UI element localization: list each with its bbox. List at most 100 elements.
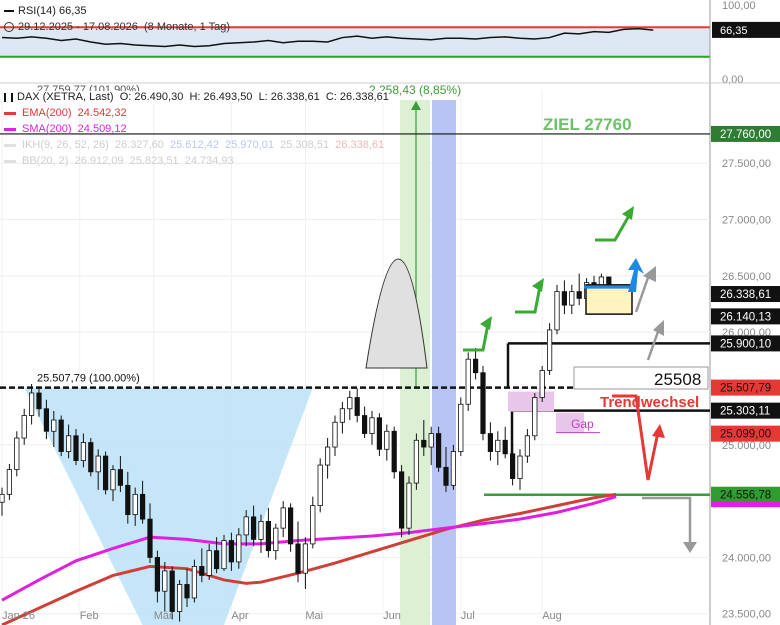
candle-body (347, 397, 353, 410)
candle-body (236, 534, 242, 563)
highlight-band (432, 100, 456, 625)
candle-body (176, 584, 183, 612)
bb-name: BB(20, 2) (22, 155, 69, 167)
candle-body (458, 403, 464, 452)
candle-body (147, 518, 153, 558)
candle-body (302, 543, 309, 574)
y-tick-label: 24.000,00 (722, 552, 771, 564)
date-range-header: 29.12.2025 - 17.08.2026 (8 Monate, 1 Tag… (4, 21, 230, 33)
ikh-value-5: 26.338,61 (335, 139, 385, 151)
candle-body (28, 392, 35, 416)
x-tick-label: Feb (80, 610, 99, 622)
ikh-value-1: 26.327,60 (114, 139, 164, 151)
rsi-header: RSI(14) 66,35 (4, 5, 87, 17)
candle-body (169, 570, 175, 612)
candle-body (103, 455, 109, 491)
sma-swatch (4, 127, 16, 131)
candle-body (51, 419, 57, 432)
candle-body (524, 435, 531, 457)
x-tick-label: Jul (461, 610, 475, 622)
candle-body (472, 358, 479, 374)
bb-value-2: 25.823,51 (129, 155, 179, 167)
candle-body (532, 397, 538, 437)
red-arrowhead (652, 424, 665, 438)
candle-body (509, 453, 516, 479)
y-tick-label: 27.000,00 (722, 215, 771, 227)
candle-body (14, 437, 20, 470)
price-tag-label: 27.760,00 (720, 129, 771, 141)
candle-body (376, 417, 383, 450)
legend-sma: SMA(200) 24.509,12 (4, 123, 127, 135)
consolidation-box (585, 284, 633, 315)
candle-body (287, 507, 294, 545)
value-box-label: 25508 (654, 370, 701, 389)
candle-body (110, 469, 116, 491)
candle-body (435, 433, 442, 468)
candle-body (250, 516, 257, 540)
rsi-indicator-label: RSI(14) (18, 5, 56, 17)
bb-value-3: 24.734,93 (184, 155, 234, 167)
y-tick-label: 27.500,00 (722, 158, 771, 170)
candle-body (58, 419, 64, 452)
candle-body (450, 451, 457, 486)
ema-name: EMA(200) (22, 107, 72, 119)
green-step-arrow (515, 285, 542, 314)
grey-arrowhead-down (683, 542, 697, 553)
green-step-arrow (463, 323, 490, 352)
candle-body (117, 469, 123, 486)
candle-body (139, 493, 146, 520)
high-label: H: 26.493,50 (189, 91, 253, 103)
candle-body (265, 520, 272, 552)
candle-body (317, 464, 323, 507)
candle-body (258, 520, 264, 540)
candle-body (243, 516, 249, 536)
candle-body (221, 540, 227, 570)
legend-ema: EMA(200) 24.542,32 (4, 107, 127, 119)
candle-body (95, 455, 101, 473)
sma-name: SMA(200) (22, 123, 72, 135)
ema-value: 24.542,32 (77, 107, 127, 119)
candle-icon (4, 92, 13, 102)
candle-body (480, 372, 486, 434)
rsi-value: 66,35 (58, 5, 87, 17)
candle-body (66, 435, 72, 452)
open-label: O: 26.490,30 (119, 91, 184, 103)
period-label: (8 Monate, 1 Tag) (144, 21, 231, 33)
candle-body (154, 557, 160, 592)
candle-body (162, 570, 168, 592)
gap-label: Gap (571, 417, 594, 431)
candle-body (576, 291, 582, 299)
candle-body (561, 291, 568, 306)
close-label: C: 26.338,61 (325, 91, 389, 103)
x-tick-label: Aug (542, 610, 562, 622)
candle-body (406, 482, 412, 529)
candle-body (569, 291, 575, 306)
candle-body (295, 543, 301, 574)
instrument-label: DAX (XETRA, Last) (17, 91, 114, 103)
price-tag-label: 26.140,13 (720, 311, 771, 323)
x-tick-label: Mär (154, 610, 173, 622)
sma-tag-stripe (711, 501, 780, 508)
ikh-name: IKH(9, 26, 52, 26) (22, 139, 109, 151)
green-step-arrow (595, 213, 632, 242)
ikh-value-4: 25.308,51 (280, 139, 330, 151)
candle-body (6, 469, 12, 495)
candle-body (21, 415, 27, 439)
candle-body (273, 527, 279, 552)
price-tag-label: 26.338,61 (720, 289, 771, 301)
candle-body (465, 358, 471, 405)
candle-body (184, 584, 190, 599)
candle-body (539, 370, 545, 398)
low-label: L: 26.338,61 (258, 91, 320, 103)
candle-body (80, 442, 86, 461)
candle-body (0, 493, 5, 503)
rsi-current-label: 66,35 (720, 25, 748, 37)
candle-body (206, 550, 212, 576)
x-tick-label: Jan 26 (2, 610, 35, 622)
candle-body (332, 421, 338, 448)
candle-body (391, 430, 397, 473)
price-tag-label: 25.507,79 (720, 383, 771, 395)
candle-body (443, 466, 449, 486)
candle-body (384, 430, 390, 450)
rsi-tick-label: 0,00 (722, 74, 743, 86)
